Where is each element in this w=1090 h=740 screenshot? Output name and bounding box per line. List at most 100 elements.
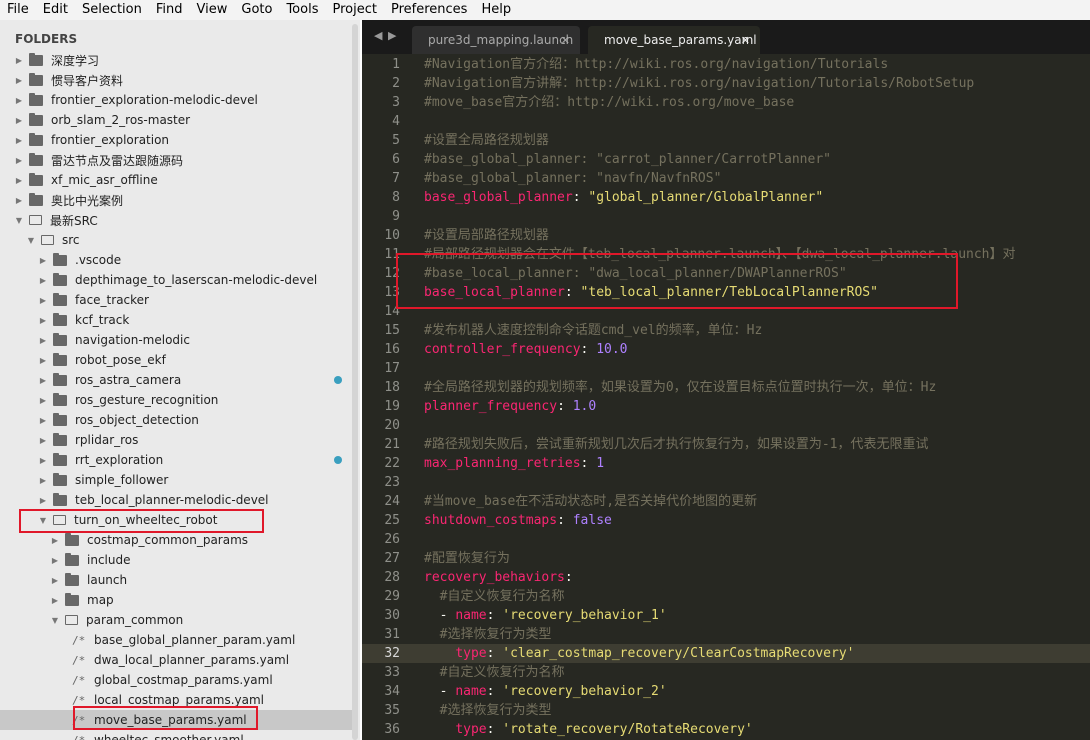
chevron-down-icon[interactable]: ▼ — [14, 216, 24, 225]
code-line[interactable]: base_global_planner: "global_planner/Glo… — [424, 188, 1090, 207]
folder-item[interactable]: ▶ 奥比中光案例 — [0, 190, 352, 210]
code-line[interactable]: #全局路径规划器的规划频率，如果设置为0，仅在设置目标点位置时执行一次，单位：H… — [424, 378, 1090, 397]
menu-view[interactable]: View — [190, 0, 235, 20]
code-line[interactable]: base_local_planner: "teb_local_planner/T… — [424, 283, 1090, 302]
menu-help[interactable]: Help — [474, 0, 518, 20]
code-line[interactable]: #move_base官方介绍：http://wiki.ros.org/move_… — [424, 93, 1090, 112]
chevron-right-icon[interactable]: ▶ — [38, 416, 48, 425]
chevron-right-icon[interactable]: ▶ — [50, 556, 60, 565]
chevron-right-icon[interactable]: ▶ — [38, 316, 48, 325]
menu-edit[interactable]: Edit — [36, 0, 75, 20]
folder-item[interactable]: ▶ include — [0, 550, 352, 570]
folder-item[interactable]: ▶ launch — [0, 570, 352, 590]
tab-pure3d-mapping[interactable]: pure3d_mapping.launch ✕ — [412, 26, 580, 54]
code-line[interactable]: #发布机器人速度控制命令话题cmd_vel的频率，单位：Hz — [424, 321, 1090, 340]
folder-item[interactable]: ▶ 深度学习 — [0, 50, 352, 70]
code-line[interactable] — [424, 530, 1090, 549]
tab-nav-left-icon[interactable]: ◀ — [374, 29, 382, 42]
code-line[interactable]: #当move_base在不活动状态时,是否关掉代价地图的更新 — [424, 492, 1090, 511]
code-line[interactable]: type: 'rotate_recovery/RotateRecovery' — [424, 720, 1090, 739]
chevron-right-icon[interactable]: ▶ — [50, 596, 60, 605]
code-line[interactable]: #设置局部路径规划器 — [424, 226, 1090, 245]
folder-item[interactable]: ▶ orb_slam_2_ros-master — [0, 110, 352, 130]
folder-item[interactable]: ▼ src — [0, 230, 352, 250]
folder-item[interactable]: ▶ simple_follower — [0, 470, 352, 490]
folder-item[interactable]: ▶ 惯导客户资料 — [0, 70, 352, 90]
chevron-right-icon[interactable]: ▶ — [50, 576, 60, 585]
code-line[interactable]: recovery_behaviors: — [424, 568, 1090, 587]
code-line[interactable]: #设置全局路径规划器 — [424, 131, 1090, 150]
chevron-right-icon[interactable]: ▶ — [38, 436, 48, 445]
chevron-down-icon[interactable]: ▼ — [38, 516, 48, 525]
folder-item[interactable]: ▶ depthimage_to_laserscan-melodic-devel — [0, 270, 352, 290]
chevron-right-icon[interactable]: ▶ — [38, 276, 48, 285]
chevron-right-icon[interactable]: ▶ — [38, 476, 48, 485]
close-icon[interactable]: ✕ — [741, 34, 750, 47]
code-line[interactable]: type: 'clear_costmap_recovery/ClearCostm… — [424, 644, 1090, 663]
chevron-right-icon[interactable]: ▶ — [14, 156, 24, 165]
folder-item[interactable]: ▶ teb_local_planner-melodic-devel — [0, 490, 352, 510]
code-line[interactable]: planner_frequency: 1.0 — [424, 397, 1090, 416]
code-line[interactable]: #Navigation官方介绍：http://wiki.ros.org/navi… — [424, 55, 1090, 74]
menu-find[interactable]: Find — [149, 0, 190, 20]
menu-file[interactable]: File — [0, 0, 36, 20]
code-line[interactable]: #自定义恢复行为名称 — [424, 663, 1090, 682]
folder-item[interactable]: ▶ face_tracker — [0, 290, 352, 310]
file-item[interactable]: /* base_global_planner_param.yaml — [0, 630, 352, 650]
chevron-right-icon[interactable]: ▶ — [38, 336, 48, 345]
chevron-right-icon[interactable]: ▶ — [14, 56, 24, 65]
code-line[interactable] — [424, 112, 1090, 131]
file-item[interactable]: /* dwa_local_planner_params.yaml — [0, 650, 352, 670]
chevron-right-icon[interactable]: ▶ — [38, 356, 48, 365]
menu-project[interactable]: Project — [325, 0, 383, 20]
menu-preferences[interactable]: Preferences — [384, 0, 474, 20]
close-icon[interactable]: ✕ — [561, 34, 570, 47]
folder-item[interactable]: ▶ kcf_track — [0, 310, 352, 330]
chevron-right-icon[interactable]: ▶ — [14, 116, 24, 125]
folder-item[interactable]: ▶ robot_pose_ekf — [0, 350, 352, 370]
menu-tools[interactable]: Tools — [279, 0, 325, 20]
chevron-right-icon[interactable]: ▶ — [14, 76, 24, 85]
menu-selection[interactable]: Selection — [75, 0, 149, 20]
code-line[interactable]: #选择恢复行为类型 — [424, 701, 1090, 720]
code-line[interactable]: #base_global_planner: "carrot_planner/Ca… — [424, 150, 1090, 169]
folder-item[interactable]: ▶ rplidar_ros — [0, 430, 352, 450]
folder-item[interactable]: ▼ turn_on_wheeltec_robot — [0, 510, 352, 530]
folder-item[interactable]: ▶ ros_object_detection — [0, 410, 352, 430]
code-line[interactable] — [424, 473, 1090, 492]
chevron-right-icon[interactable]: ▶ — [14, 96, 24, 105]
chevron-down-icon[interactable]: ▼ — [26, 236, 36, 245]
folder-item[interactable]: ▶ navigation-melodic — [0, 330, 352, 350]
chevron-right-icon[interactable]: ▶ — [14, 176, 24, 185]
chevron-right-icon[interactable]: ▶ — [38, 376, 48, 385]
file-item[interactable]: /* move_base_params.yaml — [0, 710, 352, 730]
code-line[interactable]: #自定义恢复行为名称 — [424, 587, 1090, 606]
chevron-right-icon[interactable]: ▶ — [14, 196, 24, 205]
code-line[interactable]: #路径规划失败后，尝试重新规划几次后才执行恢复行为，如果设置为-1，代表无限重试 — [424, 435, 1090, 454]
folder-item[interactable]: ▶ ros_gesture_recognition — [0, 390, 352, 410]
code-line[interactable]: #base_local_planner: "dwa_local_planner/… — [424, 264, 1090, 283]
menu-goto[interactable]: Goto — [234, 0, 279, 20]
code-line[interactable] — [424, 359, 1090, 378]
chevron-right-icon[interactable]: ▶ — [38, 256, 48, 265]
file-item[interactable]: /* local_costmap_params.yaml — [0, 690, 352, 710]
code-line[interactable]: - name: 'recovery_behavior_1' — [424, 606, 1090, 625]
tab-move-base-params[interactable]: move_base_params.yaml ✕ — [588, 26, 760, 54]
file-item[interactable]: /* wheeltec_smoother.yaml — [0, 730, 352, 740]
code-line[interactable]: controller_frequency: 10.0 — [424, 340, 1090, 359]
file-item[interactable]: /* global_costmap_params.yaml — [0, 670, 352, 690]
chevron-right-icon[interactable]: ▶ — [38, 456, 48, 465]
folder-item[interactable]: ▶ rrt_exploration — [0, 450, 352, 470]
chevron-right-icon[interactable]: ▶ — [50, 536, 60, 545]
folder-item[interactable]: ▶ xf_mic_asr_offline — [0, 170, 352, 190]
folder-item[interactable]: ▶ .vscode — [0, 250, 352, 270]
code-line[interactable]: - name: 'recovery_behavior_2' — [424, 682, 1090, 701]
code-line[interactable]: #局部路径规划器会在文件【teb_local_planner.launch】、【… — [424, 245, 1090, 264]
folder-item[interactable]: ▶ frontier_exploration — [0, 130, 352, 150]
code-line[interactable]: #base_global_planner: "navfn/NavfnROS" — [424, 169, 1090, 188]
chevron-right-icon[interactable]: ▶ — [38, 496, 48, 505]
chevron-right-icon[interactable]: ▶ — [38, 396, 48, 405]
chevron-right-icon[interactable]: ▶ — [14, 136, 24, 145]
folder-item[interactable]: ▶ frontier_exploration-melodic-devel — [0, 90, 352, 110]
folder-item[interactable]: ▶ 雷达节点及雷达跟随源码 — [0, 150, 352, 170]
